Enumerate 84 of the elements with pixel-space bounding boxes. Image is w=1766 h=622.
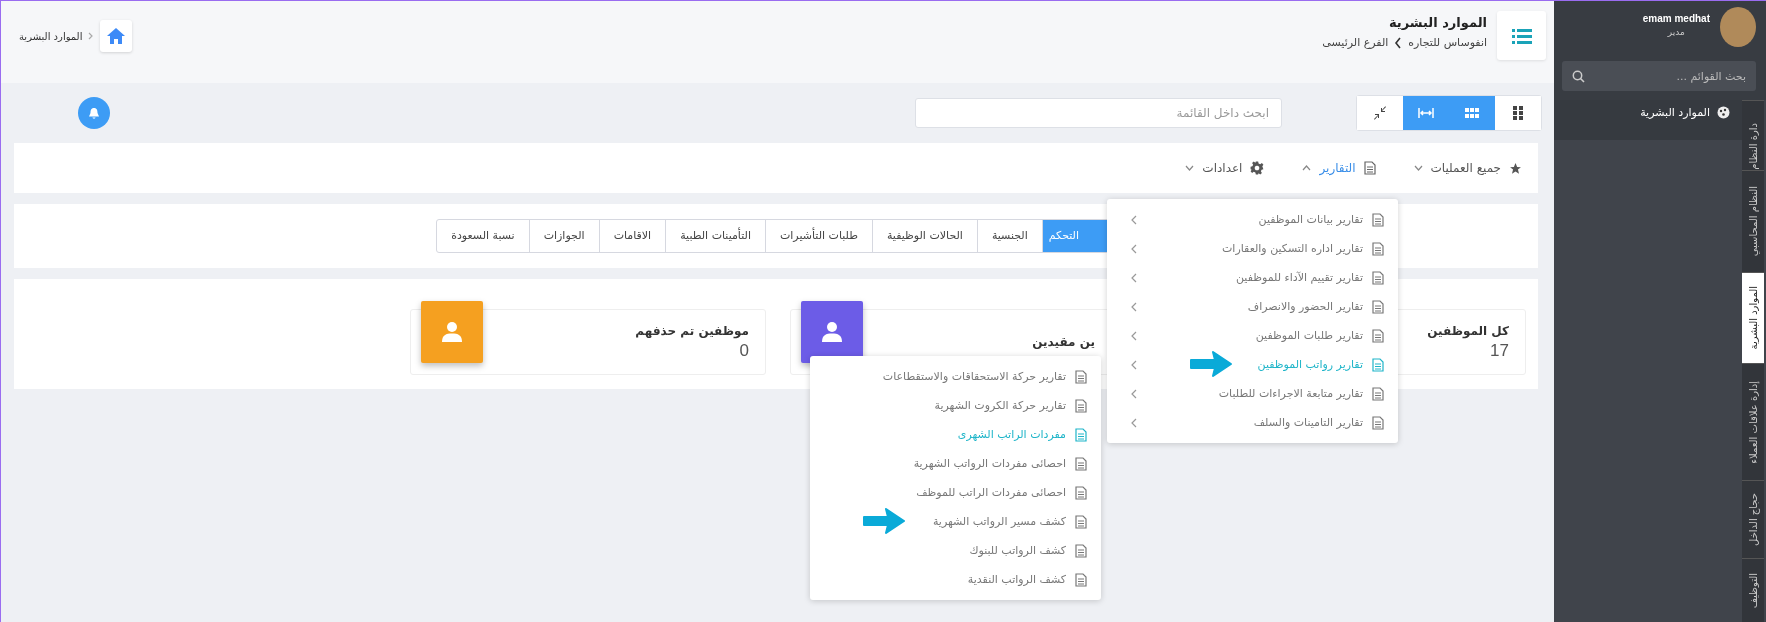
dropdown-item[interactable]: تقارير تقييم الآداء للموظفين — [1107, 263, 1398, 292]
tab[interactable]: الحالات الوظيفية — [871, 220, 977, 252]
dropdown-item[interactable]: كشف الرواتب النقدية — [810, 565, 1101, 594]
grid-icon — [1465, 108, 1479, 118]
document-icon — [1372, 357, 1384, 372]
dropdown-item[interactable]: تقارير التامينات والسلف — [1107, 408, 1398, 437]
star-icon — [1509, 161, 1522, 175]
dropdown-item[interactable]: تقارير حركة الكروت الشهرية — [810, 391, 1101, 420]
document-icon — [1372, 270, 1384, 285]
dots-grid-icon — [1513, 106, 1523, 120]
dropdown-item[interactable]: تقارير الحضور والانصراف — [1107, 292, 1398, 321]
user-name: emam medhat — [1642, 13, 1710, 24]
document-icon — [1075, 572, 1087, 587]
tab[interactable]: التأمينات الطبية — [665, 220, 765, 252]
document-icon — [1075, 369, 1087, 384]
chevron-icon — [1131, 417, 1137, 428]
compress-icon — [1373, 106, 1387, 120]
document-icon — [1372, 212, 1384, 227]
chevron-icon — [1131, 301, 1137, 312]
document-icon — [1372, 386, 1384, 401]
menu-item[interactable]: اعدادات — [1181, 157, 1269, 179]
chevron-icon — [1131, 243, 1137, 254]
tab[interactable]: الجوازات — [528, 220, 599, 252]
stat-value: 17 — [1489, 340, 1509, 361]
page-title: الموارد البشرية — [1387, 15, 1487, 30]
document-icon — [1075, 543, 1087, 558]
caret-icon — [1302, 165, 1312, 171]
document-icon — [1075, 456, 1087, 471]
document-icon — [1075, 427, 1087, 442]
dropdown-item[interactable]: كشف الرواتب للبنوك — [810, 536, 1101, 565]
caret-icon — [1413, 165, 1423, 171]
dropdown-item[interactable]: تقارير طلبات الموظفين — [1107, 321, 1398, 350]
stat-value: 0 — [738, 340, 749, 361]
chevron-icon — [1131, 388, 1137, 399]
user-role: مدير — [1667, 27, 1685, 37]
tab[interactable]: نسبة السعودة — [437, 220, 529, 252]
caret-icon — [1185, 165, 1195, 171]
avatar-photo-placeholder — [1720, 7, 1756, 47]
home-button[interactable] — [100, 20, 133, 52]
expand-view-button[interactable] — [1403, 96, 1449, 130]
stat-title: موظفين تم حذفهم — [635, 323, 749, 338]
expand-width-icon — [1418, 108, 1434, 118]
breadcrumb-text[interactable]: انفوساس للتجاره — [1408, 36, 1487, 49]
notifications-button[interactable] — [78, 97, 110, 129]
tab[interactable]: الجنسية — [976, 220, 1042, 252]
chevron-icon — [1131, 272, 1137, 283]
gear-icon — [1250, 161, 1265, 175]
document-icon — [1372, 328, 1384, 343]
vertical-tab[interactable]: التوظيف — [1742, 558, 1764, 622]
document-icon — [1372, 241, 1384, 256]
bell-icon — [88, 106, 100, 120]
palette-icon — [1717, 106, 1730, 119]
document-icon — [1075, 514, 1087, 529]
stat-title: ين مقيدين — [1032, 335, 1095, 349]
search-field[interactable]: ابحث داخل القائمة — [915, 98, 1282, 128]
vertical-tab[interactable]: الموارد البشرية — [1742, 272, 1764, 363]
chevron-icon — [88, 32, 95, 40]
breadcrumb-text[interactable]: الموارد البشرية — [19, 30, 83, 42]
menu-search-field[interactable]: بحث القوائم ... — [1562, 61, 1756, 91]
menu-button[interactable] — [1497, 11, 1546, 60]
vertical-tab[interactable]: إدارة علاقات العملاء — [1742, 363, 1764, 480]
home-icon — [106, 27, 127, 45]
breadcrumb-text[interactable]: الفرع الرئيسى — [1322, 36, 1389, 49]
chevron-icon — [1131, 330, 1137, 341]
dropdown-item[interactable]: تقارير متابعة الاجراءات للطلبات — [1107, 379, 1398, 408]
vertical-tab[interactable]: دارة النظام — [1742, 100, 1764, 170]
document-icon — [1372, 415, 1384, 430]
document-icon — [1075, 398, 1087, 413]
tab[interactable]: طلبات التأشيرات — [764, 220, 872, 252]
document-icon — [1363, 161, 1376, 175]
chevron-icon — [1131, 214, 1137, 225]
chevron-icon — [1394, 36, 1403, 49]
dropdown-item[interactable]: احصائى مفردات الرواتب الشهرية — [810, 449, 1101, 478]
chevron-icon — [1131, 359, 1137, 370]
tab[interactable]: الاقامات — [598, 220, 666, 252]
menu-item[interactable]: جميع العمليات — [1409, 157, 1526, 179]
document-icon — [1075, 485, 1087, 500]
menu-icon — [1511, 27, 1532, 44]
vertical-tab[interactable]: حجاج الداخل — [1742, 480, 1764, 558]
dropdown-item[interactable]: احصائى مفردات الراتب للموظف — [810, 478, 1101, 507]
document-icon — [1372, 299, 1384, 314]
dropdown-item[interactable]: تقارير حركة الاستحقاقات والاستقطاعات — [810, 362, 1101, 391]
dropdown-item[interactable]: كشف مسير الرواتب الشهرية — [810, 507, 1101, 536]
stat-title: كل الموظفين — [1427, 323, 1509, 338]
